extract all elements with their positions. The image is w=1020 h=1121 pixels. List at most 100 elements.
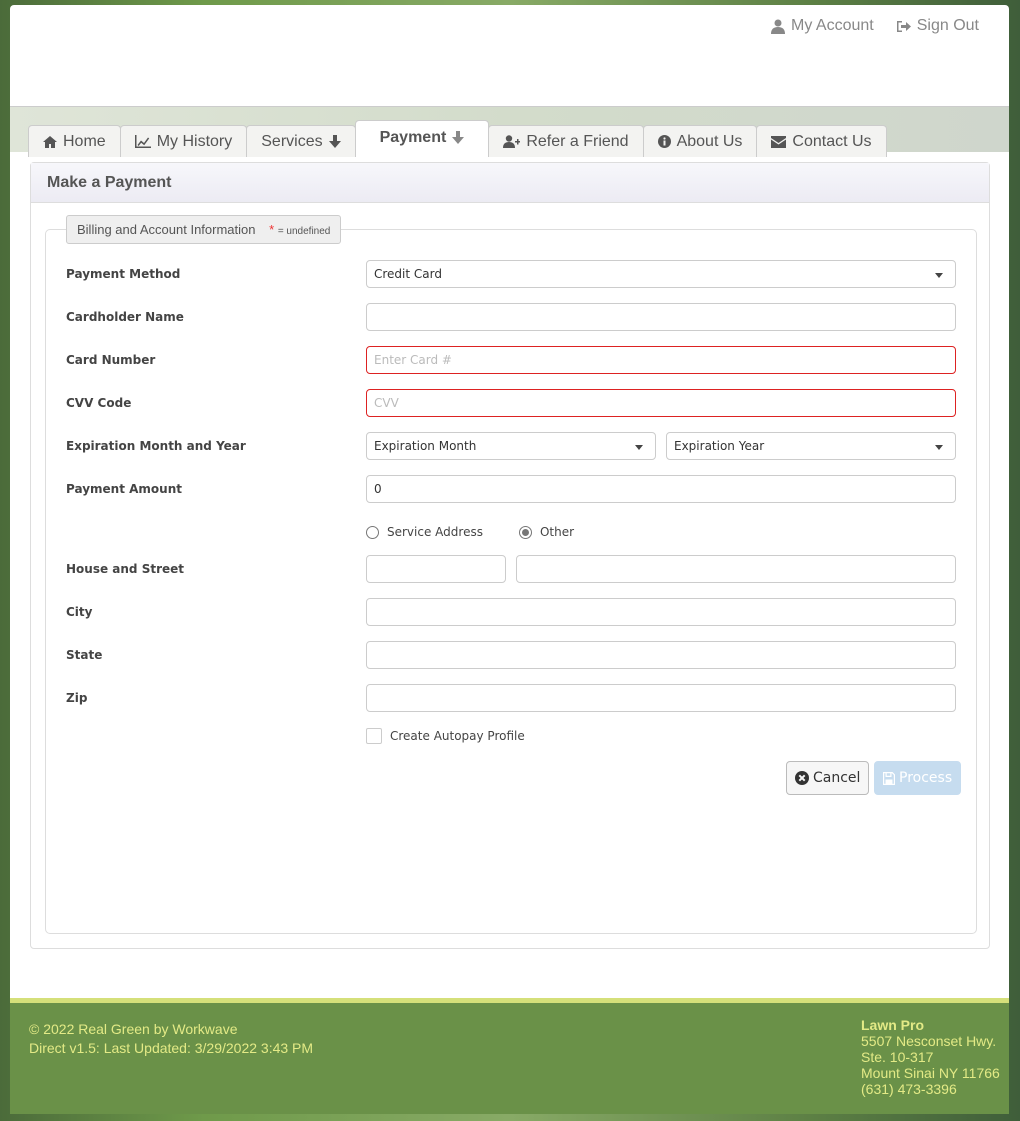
my-account-link[interactable]: My Account: [771, 17, 874, 35]
footer: © 2022 Real Green by Workwave Direct v1.…: [10, 1003, 1009, 1114]
expiration-month-value: Expiration Month: [374, 439, 477, 453]
page: My Account Sign Out Home My History Serv…: [10, 5, 1009, 1114]
chevron-down-icon: [635, 445, 643, 450]
required-star: *: [269, 222, 275, 237]
billing-fieldset: Billing and Account Information * = unde…: [45, 215, 977, 934]
cardholder-name-row: Cardholder Name: [66, 303, 956, 331]
expiration-year-value: Expiration Year: [674, 439, 765, 453]
phone-number: (631) 473-3396: [861, 1081, 957, 1097]
save-icon: [883, 771, 895, 785]
main-nav-tabs: Home My History Services Payment Refer a…: [28, 120, 887, 157]
chevron-down-icon: [935, 445, 943, 450]
zip-input[interactable]: [366, 684, 956, 712]
cvv-placeholder: CVV: [374, 396, 399, 410]
house-street-label: House and Street: [66, 562, 185, 576]
cvv-row: CVV Code CVV: [66, 389, 956, 417]
zip-label: Zip: [66, 691, 88, 705]
address-line-2: Ste. 10-317: [861, 1049, 934, 1065]
cancel-label: Cancel: [813, 770, 861, 786]
expiration-month-select[interactable]: Expiration Month: [366, 432, 656, 460]
user-plus-icon: [503, 135, 521, 148]
autopay-checkbox-row[interactable]: Create Autopay Profile: [366, 728, 525, 744]
state-label: State: [66, 648, 103, 662]
sign-out-link[interactable]: Sign Out: [896, 17, 979, 35]
card-number-input[interactable]: Enter Card #: [366, 346, 956, 374]
tab-contact-us[interactable]: Contact Us: [756, 125, 887, 157]
expiration-label: Expiration Month and Year: [66, 439, 246, 453]
city-label: City: [66, 605, 93, 619]
line-chart-icon: [134, 135, 151, 148]
service-address-label: Service Address: [387, 525, 483, 539]
card-number-row: Card Number Enter Card #: [66, 346, 956, 374]
autopay-label: Create Autopay Profile: [390, 729, 525, 743]
sign-out-label: Sign Out: [916, 17, 979, 34]
user-icon: [771, 19, 786, 34]
cardholder-name-label: Cardholder Name: [66, 310, 184, 324]
state-input[interactable]: [366, 641, 956, 669]
address-line-1: 5507 Nesconset Hwy.: [861, 1033, 997, 1049]
payment-amount-row: Payment Amount 0: [66, 475, 956, 503]
process-label: Process: [899, 770, 953, 786]
payment-amount-label: Payment Amount: [66, 482, 182, 496]
cardholder-name-input[interactable]: [366, 303, 956, 331]
payment-method-value: Credit Card: [374, 267, 442, 281]
cvv-input[interactable]: CVV: [366, 389, 956, 417]
cvv-label: CVV Code: [66, 396, 132, 410]
tab-label: Payment: [379, 129, 447, 146]
tab-services[interactable]: Services: [246, 125, 356, 157]
legend-note: = undefined: [277, 226, 331, 237]
chevron-down-icon: [935, 273, 943, 278]
city-input[interactable]: [366, 598, 956, 626]
cancel-button[interactable]: Cancel: [786, 761, 870, 795]
version-text: Direct v1.5: Last Updated: 3/29/2022 3:4…: [29, 1040, 314, 1056]
company-address: Lawn Pro 5507 Nesconset Hwy. Ste. 10-317…: [861, 1017, 1000, 1098]
company-name: Lawn Pro: [861, 1017, 925, 1033]
tab-label: About Us: [676, 132, 743, 150]
zip-row: Zip: [66, 684, 956, 712]
times-circle-icon: [795, 771, 809, 785]
address-option-group: Service Address Other: [366, 525, 574, 539]
page-title: Make a Payment: [31, 163, 989, 203]
tab-payment[interactable]: Payment: [354, 120, 490, 157]
envelope-icon: [771, 135, 787, 148]
arrow-down-icon: [452, 131, 465, 144]
payment-method-label: Payment Method: [66, 267, 181, 281]
house-street-row: House and Street: [66, 555, 956, 583]
service-address-radio[interactable]: Service Address: [366, 525, 483, 539]
expiration-year-select[interactable]: Expiration Year: [666, 432, 956, 460]
fieldset-legend: Billing and Account Information * = unde…: [66, 215, 342, 244]
footer-left: © 2022 Real Green by Workwave Direct v1.…: [29, 1020, 313, 1058]
copyright-text: © 2022 Real Green by Workwave: [29, 1021, 238, 1037]
other-address-radio[interactable]: Other: [518, 525, 575, 539]
address-city-line: Mount Sinai NY 11766: [861, 1065, 1000, 1081]
payment-amount-input[interactable]: 0: [366, 475, 956, 503]
tab-label: Contact Us: [792, 132, 872, 150]
top-bar: My Account Sign Out: [771, 17, 979, 35]
tab-home[interactable]: Home: [28, 125, 121, 157]
other-address-label: Other: [539, 525, 575, 539]
card-number-label: Card Number: [66, 353, 156, 367]
tab-refer-a-friend[interactable]: Refer a Friend: [488, 125, 644, 157]
tab-label: Refer a Friend: [526, 132, 629, 150]
my-account-label: My Account: [791, 17, 874, 34]
process-button[interactable]: Process: [874, 761, 962, 795]
expiration-row: Expiration Month and Year Expiration Mon…: [66, 432, 956, 460]
city-row: City: [66, 598, 956, 626]
radio-selected-icon: [518, 525, 532, 539]
info-circle-icon: [657, 135, 671, 148]
tab-label: My History: [156, 132, 233, 150]
autopay-checkbox[interactable]: [366, 728, 382, 744]
payment-method-row: Payment Method Credit Card: [66, 260, 956, 288]
tab-about-us[interactable]: About Us: [642, 125, 758, 157]
tab-label: Home: [63, 132, 106, 150]
payment-method-select[interactable]: Credit Card: [366, 260, 956, 288]
house-number-input[interactable]: [366, 555, 506, 583]
state-row: State: [66, 641, 956, 669]
street-input[interactable]: [516, 555, 956, 583]
payment-panel: Make a Payment Billing and Account Infor…: [30, 162, 990, 949]
arrow-down-icon: [328, 135, 341, 148]
home-icon: [43, 135, 57, 148]
legend-title: Billing and Account Information: [77, 222, 256, 237]
card-number-placeholder: Enter Card #: [374, 353, 452, 367]
tab-my-history[interactable]: My History: [119, 125, 248, 157]
